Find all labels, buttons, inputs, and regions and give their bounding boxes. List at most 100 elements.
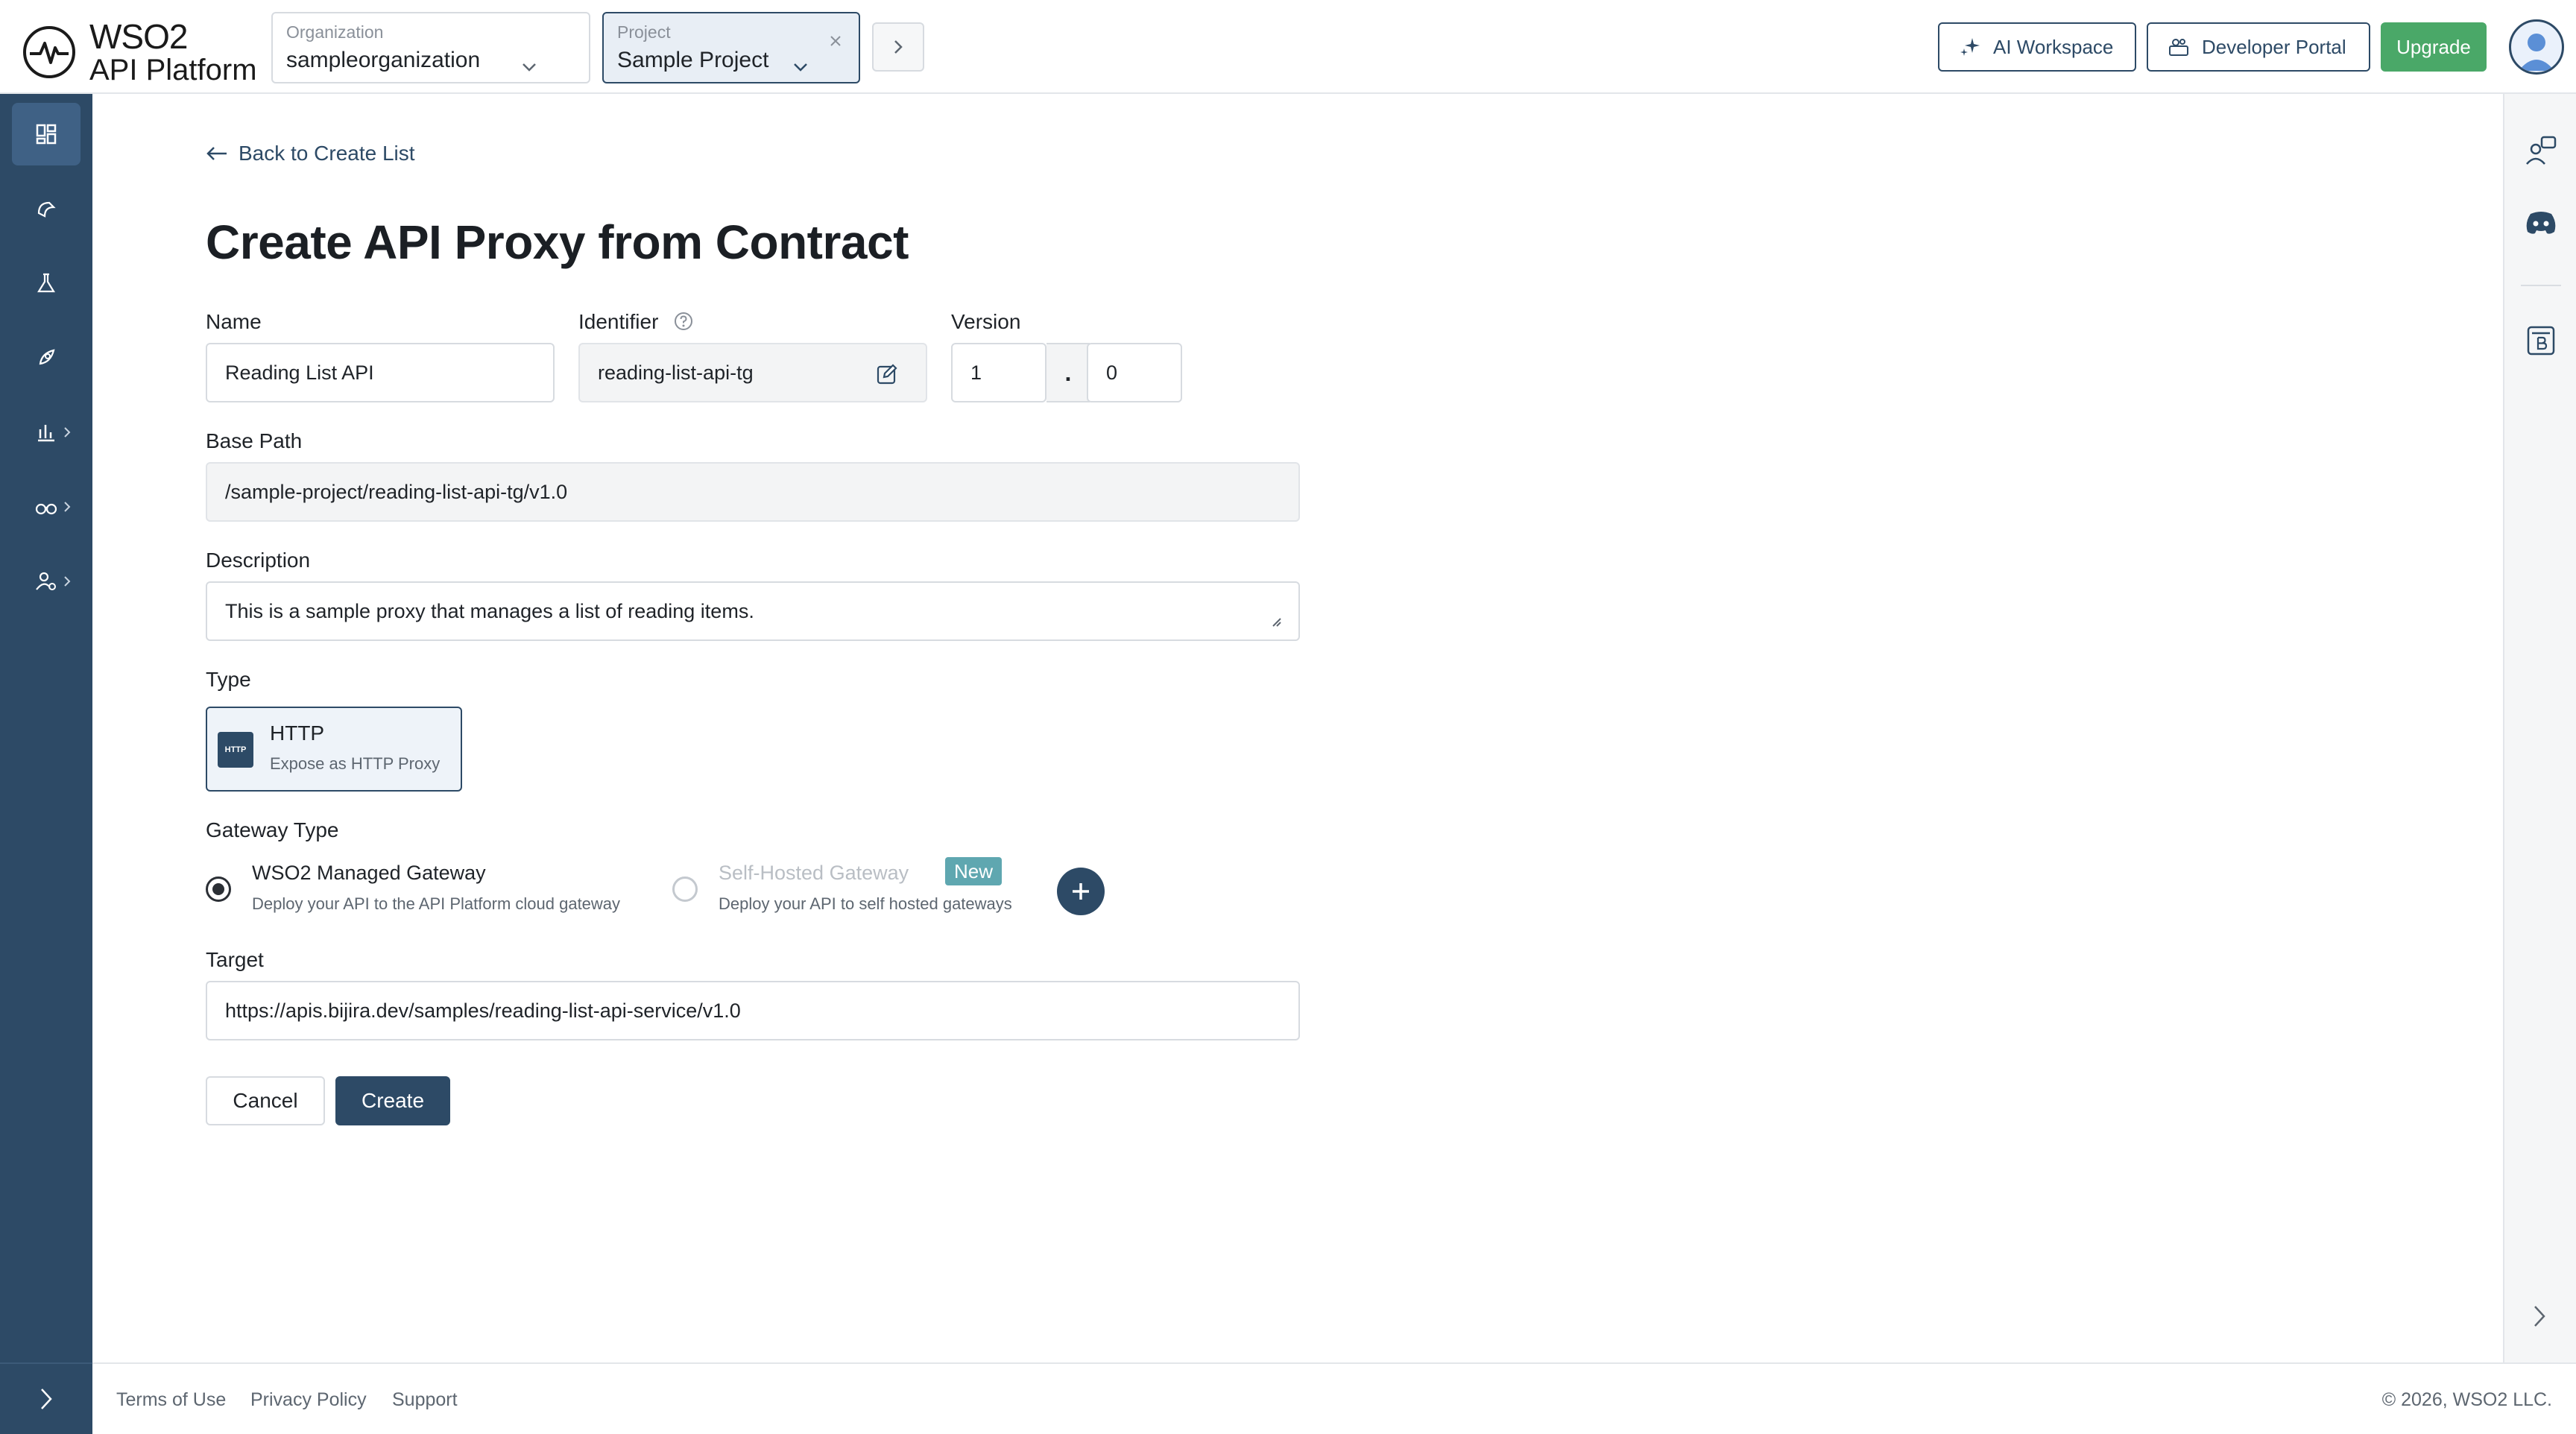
project-selector[interactable]: Project Sample Project bbox=[602, 12, 860, 83]
type-card-subtitle: Expose as HTTP Proxy bbox=[270, 754, 441, 773]
managed-gateway-title: WSO2 Managed Gateway bbox=[252, 862, 486, 884]
ai-workspace-button[interactable]: AI Workspace bbox=[1938, 22, 2136, 72]
brand-product: API Platform bbox=[89, 54, 257, 86]
version-major-field[interactable]: 1 bbox=[951, 343, 1046, 402]
right-rail bbox=[2503, 94, 2576, 1362]
cancel-button[interactable]: Cancel bbox=[206, 1076, 325, 1125]
bijira-button[interactable] bbox=[2522, 322, 2560, 359]
logo[interactable]: WSO2 API Platform bbox=[22, 19, 257, 85]
document-b-icon bbox=[2527, 326, 2555, 356]
name-field[interactable]: Reading List API bbox=[206, 343, 555, 402]
type-card-title: HTTP bbox=[270, 721, 325, 745]
back-link[interactable]: Back to Create List bbox=[206, 142, 415, 165]
copyright: © 2026, WSO2 LLC. bbox=[2381, 1389, 2552, 1410]
sidebar-item-insights[interactable] bbox=[12, 401, 80, 464]
sidebar-item-admin[interactable] bbox=[12, 550, 80, 613]
identifier-label: Identifier bbox=[578, 310, 659, 333]
wso2-logo-icon bbox=[23, 26, 75, 78]
next-context-button[interactable] bbox=[872, 22, 924, 72]
self-hosted-gateway-subtitle: Deploy your API to self hosted gateways bbox=[719, 894, 1012, 913]
project-caption: Project bbox=[617, 22, 671, 42]
expand-sidebar-button[interactable] bbox=[0, 1362, 92, 1434]
top-bar: WSO2 API Platform Organization sampleorg… bbox=[0, 0, 2576, 94]
description-value: This is a sample proxy that manages a li… bbox=[225, 599, 754, 622]
new-badge: New bbox=[945, 857, 1003, 885]
developer-portal-button[interactable]: Developer Portal bbox=[2147, 22, 2370, 72]
discord-icon bbox=[2526, 212, 2556, 234]
resize-handle-icon[interactable] bbox=[1270, 616, 1282, 628]
terms-link[interactable]: Terms of Use bbox=[116, 1389, 226, 1411]
identifier-value: reading-list-api-tg bbox=[598, 361, 754, 384]
gateway-type-label: Gateway Type bbox=[206, 818, 339, 841]
create-button[interactable]: Create bbox=[335, 1076, 450, 1125]
target-field[interactable]: https://apis.bijira.dev/samples/reading-… bbox=[206, 981, 1300, 1040]
ai-workspace-label: AI Workspace bbox=[1993, 35, 2114, 58]
sidebar-item-develop[interactable] bbox=[12, 177, 80, 240]
chat-support-button[interactable] bbox=[2522, 133, 2560, 170]
managed-gateway-radio[interactable] bbox=[206, 876, 231, 902]
base-path-field: /sample-project/reading-list-api-tg/v1.0 bbox=[206, 462, 1300, 522]
managed-gateway-subtitle: Deploy your API to the API Platform clou… bbox=[252, 894, 621, 913]
project-value: Sample Project bbox=[617, 48, 769, 72]
identifier-field: reading-list-api-tg bbox=[578, 343, 927, 402]
developer-portal-icon bbox=[2169, 39, 2188, 56]
clear-project-icon[interactable] bbox=[827, 33, 844, 49]
user-settings-icon bbox=[36, 572, 56, 590]
version-label: Version bbox=[951, 310, 1021, 333]
collapse-rail-button[interactable] bbox=[2530, 1303, 2549, 1333]
organization-caption: Organization bbox=[286, 22, 384, 42]
organization-selector[interactable]: Organization sampleorganization bbox=[271, 12, 590, 83]
chevron-right-icon bbox=[894, 40, 903, 54]
chevron-right-icon bbox=[64, 427, 71, 438]
base-path-label: Base Path bbox=[206, 429, 303, 452]
flask-icon bbox=[37, 273, 55, 293]
type-card-http[interactable]: HTTP HTTP Expose as HTTP Proxy bbox=[206, 707, 462, 792]
chevron-right-icon bbox=[2534, 1306, 2545, 1327]
chevron-down-icon bbox=[523, 63, 536, 72]
description-label: Description bbox=[206, 549, 311, 572]
back-link-label: Back to Create List bbox=[239, 142, 415, 165]
self-hosted-gateway-radio[interactable] bbox=[672, 876, 698, 902]
edit-icon[interactable] bbox=[875, 362, 899, 386]
organization-value: sampleorganization bbox=[286, 48, 481, 72]
arrow-left-icon bbox=[206, 147, 227, 160]
rail-divider bbox=[2521, 285, 2561, 286]
main-content: Back to Create List Create API Proxy fro… bbox=[92, 94, 2503, 1362]
sidebar-item-deploy[interactable] bbox=[12, 326, 80, 389]
developer-portal-label: Developer Portal bbox=[2202, 35, 2346, 58]
brand-name: WSO2 bbox=[89, 17, 188, 56]
name-label: Name bbox=[206, 310, 262, 333]
chevron-right-icon bbox=[64, 576, 71, 587]
plus-icon bbox=[1073, 883, 1089, 900]
description-field[interactable]: This is a sample proxy that manages a li… bbox=[206, 581, 1300, 641]
sparkle-icon bbox=[1960, 38, 1980, 56]
chevron-right-icon bbox=[41, 1389, 52, 1409]
help-icon[interactable] bbox=[673, 311, 694, 332]
version-separator: . bbox=[1046, 343, 1090, 402]
binoculars-icon bbox=[35, 503, 57, 515]
chevron-right-icon bbox=[64, 502, 71, 512]
sidebar-item-test[interactable] bbox=[12, 252, 80, 315]
rocket-icon bbox=[39, 349, 55, 365]
support-link[interactable]: Support bbox=[392, 1389, 458, 1411]
left-sidebar bbox=[0, 94, 92, 1434]
footer: Terms of Use Privacy Policy Support © 20… bbox=[92, 1362, 2576, 1434]
type-label: Type bbox=[206, 668, 251, 691]
privacy-link[interactable]: Privacy Policy bbox=[250, 1389, 367, 1411]
chat-support-icon bbox=[2526, 136, 2557, 165]
self-hosted-gateway-title: Self-Hosted Gateway bbox=[719, 862, 909, 884]
page-title: Create API Proxy from Contract bbox=[206, 215, 909, 269]
identifier-label-row: Identifier bbox=[578, 310, 694, 334]
develop-icon bbox=[37, 201, 56, 218]
dashboard-icon bbox=[36, 124, 57, 145]
http-icon: HTTP bbox=[218, 732, 253, 768]
upgrade-button[interactable]: Upgrade bbox=[2381, 22, 2487, 72]
sidebar-item-observe[interactable] bbox=[12, 476, 80, 538]
chevron-down-icon bbox=[794, 63, 807, 72]
sidebar-item-overview[interactable] bbox=[12, 103, 80, 165]
add-gateway-button[interactable] bbox=[1057, 868, 1105, 915]
version-minor-field[interactable]: 0 bbox=[1087, 343, 1182, 402]
bar-chart-icon bbox=[38, 425, 54, 442]
discord-button[interactable] bbox=[2522, 204, 2560, 241]
user-avatar[interactable] bbox=[2509, 19, 2564, 75]
